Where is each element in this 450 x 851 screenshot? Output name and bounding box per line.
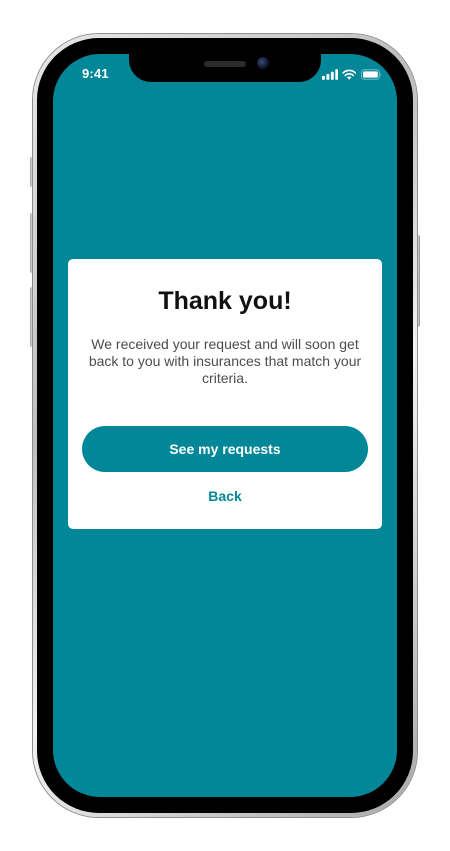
status-icons [322,68,382,80]
device-mockup: 9:41 Thank you! We received your request… [0,0,450,851]
status-time: 9:41 [82,66,109,81]
confirmation-dialog: Thank you! We received your request and … [68,259,382,529]
notch [129,54,321,82]
speaker-grille [204,61,246,67]
cellular-signal-icon [322,68,339,80]
see-my-requests-button[interactable]: See my requests [82,426,368,472]
dialog-title: Thank you! [158,287,292,315]
back-link[interactable]: Back [68,488,382,504]
battery-icon [360,68,382,80]
dialog-message: We received your request and will soon g… [88,336,362,386]
front-camera-icon [257,57,269,69]
wifi-icon [342,69,357,80]
